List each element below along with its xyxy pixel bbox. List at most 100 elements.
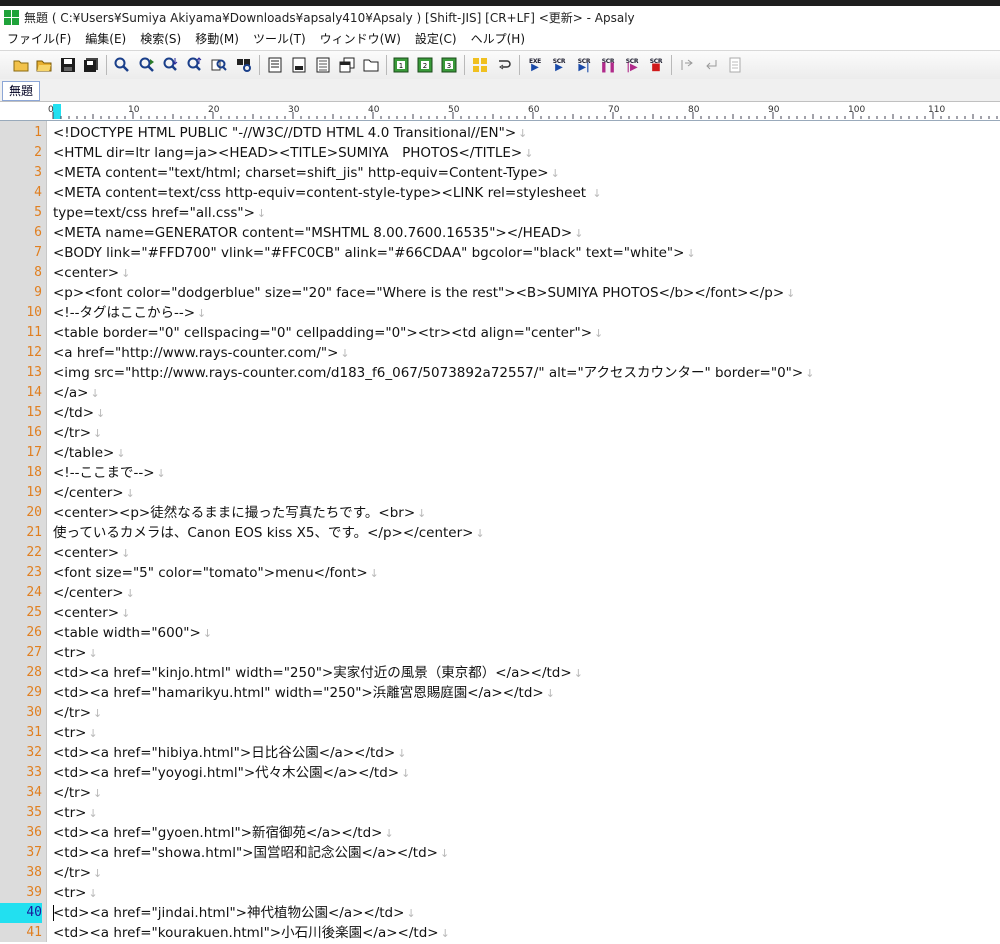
line-text[interactable]: <META name=GENERATOR content="MSHTML 8.0… [53, 223, 583, 243]
editor-line[interactable]: 2 <HTML dir=ltr lang=ja><HEAD><TITLE>SUMI… [0, 143, 1000, 163]
editor-line[interactable]: 3 <META content="text/html; charset=shift… [0, 163, 1000, 183]
line-text[interactable]: <!--タグはここから--> ↓ [53, 303, 206, 323]
view-2-icon[interactable]: 2 [416, 56, 434, 74]
editor-line[interactable]: 15 </td> ↓ [0, 403, 1000, 423]
title-bar[interactable]: 無題 ( C:¥Users¥Sumiya Akiyama¥Downloads¥a… [0, 6, 1000, 28]
editor-line[interactable]: 37 <td><a href="showa.html">国営昭和記念公園</a><… [0, 843, 1000, 863]
editor-line[interactable]: 41 <td><a href="kourakuen.html">小石川後楽園</a… [0, 923, 1000, 943]
line-text[interactable]: </tr> ↓ [53, 863, 102, 883]
editor-line[interactable]: 40 <td><a href="jindai.html">神代植物公園</a></… [0, 903, 1000, 923]
view-3-icon[interactable]: 3 [440, 56, 458, 74]
page-icon[interactable] [726, 56, 744, 74]
editor-line[interactable]: 13 <img src="http://www.rays-counter.com/… [0, 363, 1000, 383]
line-text[interactable]: <!DOCTYPE HTML PUBLIC "-//W3C//DTD HTML … [53, 123, 527, 143]
scr-step-icon[interactable]: SCR ▶| [575, 56, 593, 74]
editor-line[interactable]: 29 <td><a href="hamarikyu.html" width="25… [0, 683, 1000, 703]
line-text[interactable]: <tr> ↓ [53, 883, 98, 903]
line-text[interactable]: <td><a href="yoyogi.html">代々木公園</a></td>… [53, 763, 410, 783]
search-down-icon[interactable] [162, 56, 180, 74]
line-text[interactable]: <!--ここまで--> ↓ [53, 463, 166, 483]
exe-play-icon[interactable]: EXE ▶ [526, 56, 544, 74]
scr-stop-icon[interactable]: SCR ■ [647, 56, 665, 74]
save-all-icon[interactable] [82, 56, 100, 74]
line-text[interactable]: <center> ↓ [53, 543, 130, 563]
editor-line[interactable]: 27 <tr> ↓ [0, 643, 1000, 663]
editor-line[interactable]: 31 <tr> ↓ [0, 723, 1000, 743]
wrap-icon[interactable] [495, 56, 513, 74]
line-text[interactable]: </table> ↓ [53, 443, 126, 463]
line-text[interactable]: </center> ↓ [53, 583, 135, 603]
line-text[interactable]: type=text/css href="all.css"> ↓ [53, 203, 266, 223]
editor-line[interactable]: 11 <table border="0" cellspacing="0" cell… [0, 323, 1000, 343]
line-text[interactable]: <td><a href="kinjo.html" width="250">実家付… [53, 663, 583, 683]
menu-edit[interactable]: 編集(E) [78, 30, 133, 47]
search-up-icon[interactable] [186, 56, 204, 74]
indent-icon[interactable] [678, 56, 696, 74]
editor-line[interactable]: 39 <tr> ↓ [0, 883, 1000, 903]
line-text[interactable]: </a> ↓ [53, 383, 100, 403]
line-text[interactable]: </tr> ↓ [53, 783, 102, 803]
editor-line[interactable]: 24 </center> ↓ [0, 583, 1000, 603]
line-text[interactable]: <td><a href="kourakuen.html">小石川後楽園</a><… [53, 923, 450, 943]
editor-line[interactable]: 20 <center><p>徒然なるままに撮った写真たちです。<br> ↓ [0, 503, 1000, 523]
line-text[interactable]: <td><a href="hamarikyu.html" width="250"… [53, 683, 555, 703]
line-text[interactable]: <p><font color="dodgerblue" size="20" fa… [53, 283, 795, 303]
editor-line[interactable]: 21 使っているカメラは、Canon EOS kiss X5、です。</p></c… [0, 523, 1000, 543]
editor-line[interactable]: 1 <!DOCTYPE HTML PUBLIC "-//W3C//DTD HTML… [0, 123, 1000, 143]
line-text[interactable]: <center> ↓ [53, 603, 130, 623]
menu-window[interactable]: ウィンドウ(W) [313, 30, 408, 47]
line-text[interactable]: </center> ↓ [53, 483, 135, 503]
editor-line[interactable]: 12 <a href="http://www.rays-counter.com/"… [0, 343, 1000, 363]
line-text[interactable]: </tr> ↓ [53, 703, 102, 723]
line-text[interactable]: <td><a href="showa.html">国営昭和記念公園</a></t… [53, 843, 449, 863]
editor-line[interactable]: 6 <META name=GENERATOR content="MSHTML 8.… [0, 223, 1000, 243]
editor-line[interactable]: 19 </center> ↓ [0, 483, 1000, 503]
editor-line[interactable]: 33 <td><a href="yoyogi.html">代々木公園</a></t… [0, 763, 1000, 783]
open-folder-icon[interactable] [35, 56, 53, 74]
document-split-icon[interactable] [314, 56, 332, 74]
editor-line[interactable]: 14 </a> ↓ [0, 383, 1000, 403]
line-text[interactable]: <img src="http://www.rays-counter.com/d1… [53, 363, 814, 383]
editor-line[interactable]: 30 </tr> ↓ [0, 703, 1000, 723]
line-text[interactable]: <tr> ↓ [53, 643, 98, 663]
editor-line[interactable]: 25 <center> ↓ [0, 603, 1000, 623]
line-text[interactable]: </td> ↓ [53, 403, 105, 423]
line-text[interactable]: <META content="text/html; charset=shift_… [53, 163, 560, 183]
editor-line[interactable]: 26 <table width="600"> ↓ [0, 623, 1000, 643]
editor-line[interactable]: 10 <!--タグはここから--> ↓ [0, 303, 1000, 323]
menu-help[interactable]: ヘルプ(H) [464, 30, 532, 47]
line-text[interactable]: <font size="5" color="tomato">menu</font… [53, 563, 379, 583]
line-text[interactable]: <td><a href="jindai.html">神代植物公園</a></td… [53, 903, 416, 923]
editor-line[interactable]: 22 <center> ↓ [0, 543, 1000, 563]
replace-icon[interactable] [235, 56, 253, 74]
menu-move[interactable]: 移動(M) [188, 30, 246, 47]
editor-line[interactable]: 16 </tr> ↓ [0, 423, 1000, 443]
line-text[interactable]: <td><a href="gyoen.html">新宿御苑</a></td> ↓ [53, 823, 394, 843]
search-next-icon[interactable] [138, 56, 156, 74]
line-text[interactable]: <a href="http://www.rays-counter.com/"> ↓ [53, 343, 350, 363]
windows-icon[interactable] [338, 56, 356, 74]
editor-line[interactable]: 7 <BODY link="#FFD700" vlink="#FFC0CB" al… [0, 243, 1000, 263]
editor-line[interactable]: 23 <font size="5" color="tomato">menu</fo… [0, 563, 1000, 583]
line-text[interactable]: <HTML dir=ltr lang=ja><HEAD><TITLE>SUMIY… [53, 143, 533, 163]
line-text[interactable]: <table width="600"> ↓ [53, 623, 212, 643]
grep-icon[interactable] [210, 56, 228, 74]
editor-line[interactable]: 18 <!--ここまで--> ↓ [0, 463, 1000, 483]
line-text[interactable]: <META content=text/css http-equiv=conten… [53, 183, 602, 203]
folder-outline-icon[interactable] [362, 56, 380, 74]
scr-record-icon[interactable]: SCR |▶ [623, 56, 641, 74]
line-text[interactable]: </tr> ↓ [53, 423, 102, 443]
document-list-icon[interactable] [266, 56, 284, 74]
editor-line[interactable]: 9 <p><font color="dodgerblue" size="20" f… [0, 283, 1000, 303]
line-text[interactable]: <tr> ↓ [53, 803, 98, 823]
scr-play-icon[interactable]: SCR ▶ [550, 56, 568, 74]
editor-line[interactable]: 17 </table> ↓ [0, 443, 1000, 463]
tab-untitled[interactable]: 無題 [2, 81, 41, 101]
line-text[interactable]: <td><a href="hibiya.html">日比谷公園</a></td>… [53, 743, 406, 763]
line-text[interactable]: <center><p>徒然なるままに撮った写真たちです。<br> ↓ [53, 503, 426, 523]
document-icon[interactable] [290, 56, 308, 74]
line-text[interactable]: <center> ↓ [53, 263, 130, 283]
menu-settings[interactable]: 設定(C) [408, 30, 464, 47]
line-text[interactable]: <table border="0" cellspacing="0" cellpa… [53, 323, 603, 343]
return-icon[interactable] [702, 56, 720, 74]
